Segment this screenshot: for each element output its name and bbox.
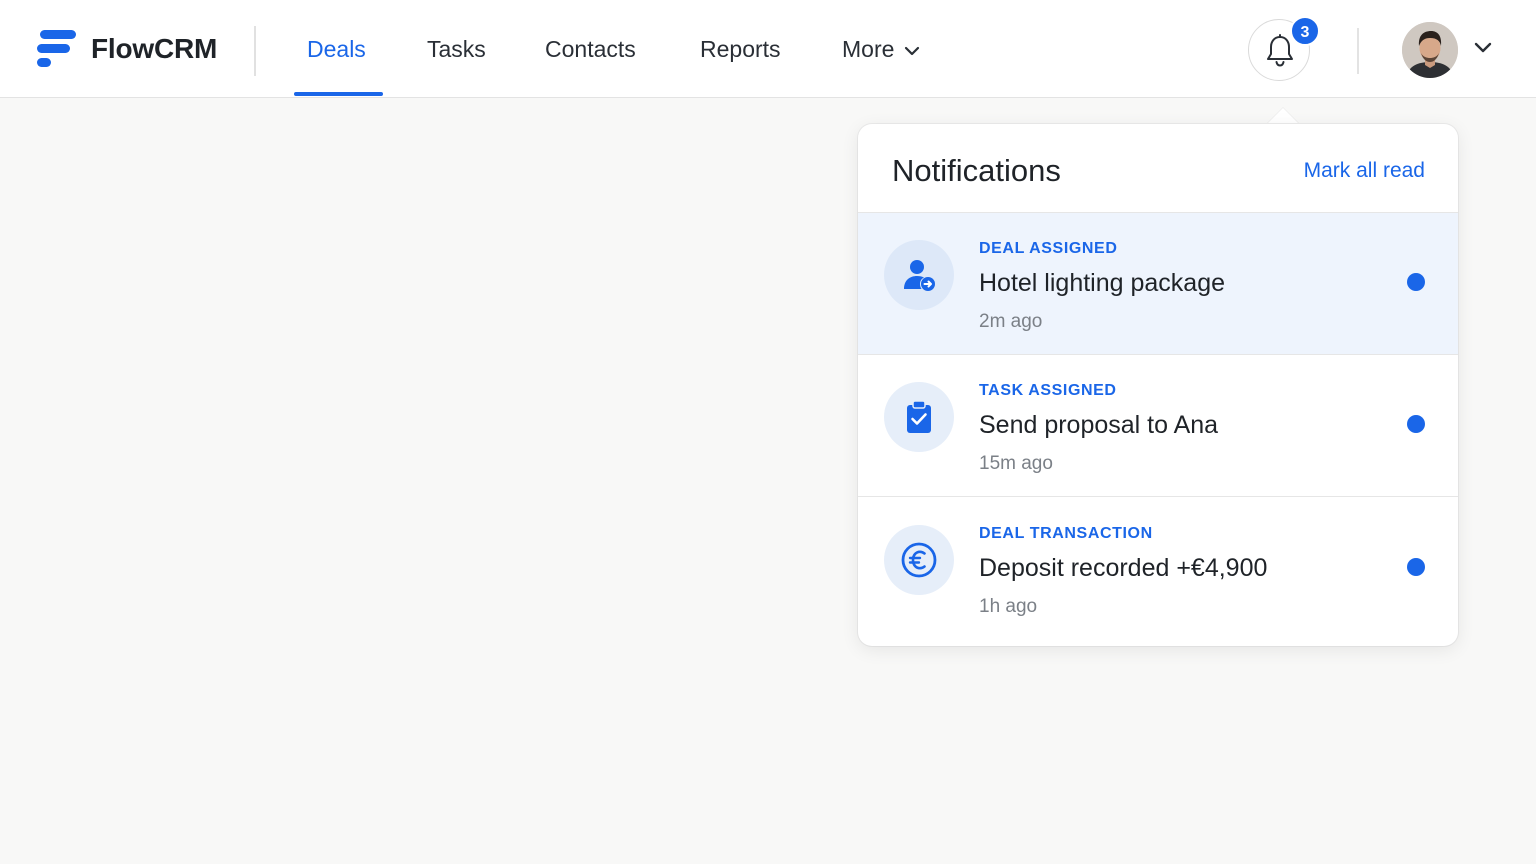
brand-name[interactable]: FlowCRM xyxy=(91,33,217,65)
account-menu-chevron-icon[interactable] xyxy=(1474,42,1492,54)
notifications-title: Notifications xyxy=(892,153,1061,188)
notification-type: DEAL ASSIGNED xyxy=(979,240,1118,257)
mark-all-read-link[interactable]: Mark all read xyxy=(1304,159,1425,183)
flowcrm-logo-icon[interactable] xyxy=(37,30,77,70)
nav-tab-reports[interactable]: Reports xyxy=(700,36,781,63)
notification-time: 1h ago xyxy=(979,596,1038,617)
nav-tab-more-label: More xyxy=(842,36,895,62)
header-divider xyxy=(1357,28,1359,74)
notification-title: Send proposal to Ana xyxy=(979,411,1219,439)
notification-count-badge: 3 xyxy=(1290,16,1320,46)
notification-type: TASK ASSIGNED xyxy=(979,382,1117,399)
notification-icon-container xyxy=(884,525,954,595)
notification-icon-container xyxy=(884,240,954,310)
unread-dot xyxy=(1407,558,1425,576)
notifications-dropdown: Notifications Mark all read DEAL ASSIGNE… xyxy=(858,124,1458,646)
notification-item[interactable]: DEAL TRANSACTION Deposit recorded +€4,90… xyxy=(858,498,1458,646)
unread-dot xyxy=(1407,273,1425,291)
nav-tab-deals[interactable]: Deals xyxy=(307,36,366,63)
nav-tab-contacts[interactable]: Contacts xyxy=(545,36,636,63)
notification-type: DEAL TRANSACTION xyxy=(979,525,1153,542)
notification-title: Deposit recorded +€4,900 xyxy=(979,554,1268,582)
avatar-image xyxy=(1402,22,1458,78)
clipboard-check-icon xyxy=(907,400,931,433)
notification-item[interactable]: DEAL ASSIGNED Hotel lighting package 2m … xyxy=(858,213,1458,355)
brand-divider xyxy=(254,26,256,76)
nav-tab-tasks[interactable]: Tasks xyxy=(427,36,486,63)
notification-time: 2m ago xyxy=(979,311,1043,332)
chevron-down-icon xyxy=(905,46,920,56)
nav-tab-more[interactable]: More xyxy=(842,36,920,63)
active-tab-indicator xyxy=(294,92,383,96)
user-avatar[interactable] xyxy=(1402,22,1458,78)
notification-item[interactable]: TASK ASSIGNED Send proposal to Ana 15m a… xyxy=(858,355,1458,497)
bell-icon xyxy=(1267,34,1293,67)
unread-dot xyxy=(1407,415,1425,433)
notification-title: Hotel lighting package xyxy=(979,269,1225,297)
notification-icon-container xyxy=(884,382,954,452)
euro-icon xyxy=(901,542,937,578)
notifications-header: Notifications Mark all read xyxy=(858,124,1458,213)
user-assign-icon xyxy=(904,260,935,291)
notification-time: 15m ago xyxy=(979,453,1053,474)
top-navigation-bar: FlowCRM Deals Tasks Contacts Reports Mor… xyxy=(0,0,1536,98)
